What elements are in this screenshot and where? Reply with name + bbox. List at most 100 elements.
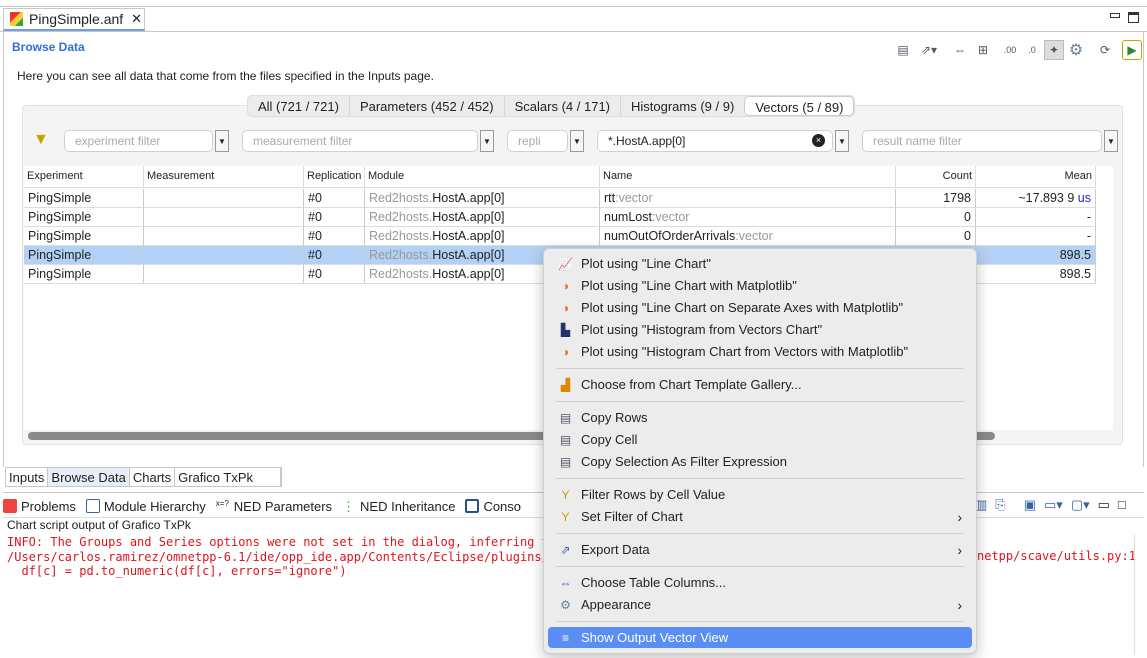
copy-rows-item[interactable]: ▤ Copy Rows (548, 407, 972, 428)
table-cell[interactable]: PingSimple (24, 246, 144, 265)
filter-rows-item[interactable]: Y Filter Rows by Cell Value (548, 484, 972, 505)
run-icon[interactable]: ▶ (1122, 40, 1142, 60)
choose-columns-icon[interactable]: ⇔ (950, 40, 970, 60)
maximize-icon[interactable] (1128, 12, 1139, 23)
tab-grafico-txpk[interactable]: Grafico TxPk (175, 468, 282, 486)
set-filter-of-chart-item[interactable]: Y Set Filter of Chart › (548, 506, 972, 527)
table-cell[interactable] (144, 227, 304, 246)
table-cell[interactable]: Red2hosts.HostA.app[0] (365, 208, 600, 227)
table-cell[interactable]: - (976, 208, 1096, 227)
new-console-icon[interactable]: ▣ (1024, 497, 1036, 513)
tab-vectors[interactable]: Vectors (5 / 89) (744, 96, 855, 116)
column-header-measurement[interactable]: Measurement (144, 166, 304, 188)
table-cell[interactable]: - (976, 227, 1096, 246)
maximize-view-icon[interactable]: □ (1118, 497, 1126, 513)
tab-scalars[interactable]: Scalars (4 / 171) (505, 96, 621, 116)
table-cell[interactable]: #0 (304, 208, 365, 227)
table-cell[interactable]: PingSimple (24, 227, 144, 246)
plot-histogram-matplotlib-item[interactable]: ◑ Plot using "Histogram Chart from Vector… (548, 341, 972, 362)
table-cell[interactable]: #0 (304, 265, 365, 284)
copy-cell-item[interactable]: ▤ Copy Cell (548, 429, 972, 450)
tab-histograms[interactable]: Histograms (9 / 9) (621, 96, 744, 116)
show-output-vector-view-item[interactable]: ≡ Show Output Vector View (548, 627, 972, 648)
column-header-mean[interactable]: Mean (976, 166, 1096, 188)
table-cell[interactable] (144, 246, 304, 265)
table-row[interactable]: PingSimple #0 Red2hosts.HostA.app[0] numOut… (24, 227, 1096, 246)
table-cell[interactable]: #0 (304, 246, 365, 265)
plot-line-chart-matplotlib-item[interactable]: ◑ Plot using "Line Chart with Matplotlib" (548, 275, 972, 296)
replication-filter-input[interactable]: repli (507, 130, 568, 152)
tab-inputs[interactable]: Inputs (6, 468, 49, 486)
view-tab-problems[interactable]: Problems (3, 499, 76, 514)
table-cell[interactable]: Red2hosts.HostA.app[0] (365, 227, 600, 246)
table-cell[interactable]: 0 (896, 227, 976, 246)
table-cell[interactable] (144, 189, 304, 208)
experiment-filter-dropdown[interactable]: ▼ (215, 130, 229, 152)
pin-icon[interactable]: ⎘ (995, 497, 1005, 513)
view-tab-ned-parameters[interactable]: x=? NED Parameters (216, 499, 332, 514)
editor-tab[interactable]: PingSimple.anf ✕ (3, 8, 145, 31)
table-cell[interactable] (144, 208, 304, 227)
plot-histogram-item[interactable]: ▙ Plot using "Histogram from Vectors Char… (548, 319, 972, 340)
table-cell[interactable]: numLost:vector (600, 208, 896, 227)
replication-filter-dropdown[interactable]: ▼ (570, 130, 584, 152)
tree-icon[interactable]: ⊞ (973, 40, 993, 60)
choose-table-columns-item[interactable]: ⇔ Choose Table Columns... (548, 572, 972, 593)
measurement-filter-input[interactable]: measurement filter (242, 130, 478, 152)
table-cell[interactable]: 0 (896, 208, 976, 227)
tab-parameters[interactable]: Parameters (452 / 452) (350, 96, 505, 116)
table-cell[interactable]: 898.5 (976, 265, 1096, 284)
filter-edit-icon[interactable]: ▼ (33, 131, 49, 149)
minimize-icon[interactable] (1110, 13, 1120, 18)
export-data-item[interactable]: ⇗ Export Data › (548, 539, 972, 560)
copy-icon[interactable]: ▤ (893, 40, 913, 60)
table-cell[interactable] (144, 265, 304, 284)
column-header-name[interactable]: Name (600, 166, 896, 188)
measurement-filter-dropdown[interactable]: ▼ (480, 130, 494, 152)
table-cell[interactable]: 1798 (896, 189, 976, 208)
view-tab-ned-inheritance[interactable]: ⋮ NED Inheritance (342, 499, 455, 515)
table-cell[interactable]: PingSimple (24, 208, 144, 227)
tab-all[interactable]: All (721 / 721) (248, 96, 350, 116)
gear-icon[interactable]: ⚙ (1066, 40, 1086, 60)
close-icon[interactable]: ✕ (131, 11, 142, 27)
module-filter-dropdown[interactable]: ▼ (835, 130, 849, 152)
name-filter-input[interactable]: result name filter (862, 130, 1102, 152)
plot-separate-axes-item[interactable]: ◑ Plot using "Line Chart on Separate Axes… (548, 297, 972, 318)
column-header-replication[interactable]: Replication (304, 166, 365, 188)
column-header-module[interactable]: Module (365, 166, 600, 188)
display-console-icon[interactable]: ▭▾ (1044, 497, 1063, 513)
magic-wand-icon[interactable]: ✦ (1044, 40, 1064, 60)
column-header-count[interactable]: Count (896, 166, 976, 188)
minimize-view-icon[interactable]: ▭ (1098, 497, 1110, 513)
view-tab-console[interactable]: Conso (465, 499, 521, 514)
chart-template-gallery-item[interactable]: ▟ Choose from Chart Template Gallery... (548, 374, 972, 395)
table-cell[interactable]: Red2hosts.HostA.app[0] (365, 189, 600, 208)
increase-precision-icon[interactable]: .00 (1000, 40, 1020, 60)
plot-line-chart-item[interactable]: 📈 Plot using "Line Chart" (548, 253, 972, 274)
table-cell[interactable]: ~17.893 9 us (976, 189, 1096, 208)
table-cell[interactable]: #0 (304, 189, 365, 208)
name-filter-dropdown[interactable]: ▼ (1104, 130, 1118, 152)
column-header-experiment[interactable]: Experiment (24, 166, 144, 188)
table-cell[interactable]: #0 (304, 227, 365, 246)
appearance-item[interactable]: ⚙ Appearance › (548, 594, 972, 615)
experiment-filter-input[interactable]: experiment filter (64, 130, 213, 152)
table-cell[interactable]: PingSimple (24, 189, 144, 208)
clear-filter-icon[interactable]: × (812, 134, 825, 147)
decrease-precision-icon[interactable]: .0 (1022, 40, 1042, 60)
tab-browse-data[interactable]: Browse Data (48, 468, 130, 486)
table-cell[interactable]: 898.5 (976, 246, 1096, 265)
open-console-icon[interactable]: ▢▾ (1071, 497, 1090, 513)
table-cell[interactable]: rtt:vector (600, 189, 896, 208)
table-row[interactable]: PingSimple #0 Red2hosts.HostA.app[0] numLos… (24, 208, 1096, 227)
table-row[interactable]: PingSimple #0 Red2hosts.HostA.app[0] rtt:ve… (24, 189, 1096, 208)
refresh-icon[interactable]: ⟳ (1095, 40, 1115, 60)
module-filter-input[interactable]: *.HostA.app[0] (597, 130, 833, 152)
export-icon[interactable]: ⇗▾ (916, 40, 942, 60)
tab-charts[interactable]: Charts (130, 468, 176, 486)
console-output[interactable]: INFO: The Groups and Series options were… (7, 535, 549, 579)
view-tab-module-hierarchy[interactable]: Module Hierarchy (85, 499, 206, 514)
table-cell[interactable]: PingSimple (24, 265, 144, 284)
table-cell[interactable]: numOutOfOrderArrivals:vector (600, 227, 896, 246)
